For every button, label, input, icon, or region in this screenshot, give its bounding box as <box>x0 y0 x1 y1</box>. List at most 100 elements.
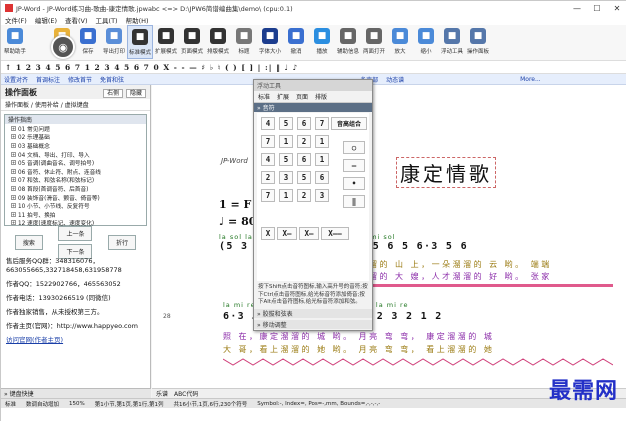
category-item[interactable]: +01 常见问题 <box>5 124 146 133</box>
expand-icon[interactable]: + <box>11 125 16 131</box>
category-item[interactable]: +04 文档、导出、打印、导入 <box>5 150 146 159</box>
note-key[interactable]: 6 <box>297 153 311 166</box>
category-item[interactable]: +10 小节、小节线、反复符号 <box>5 201 146 210</box>
move-adjust-section[interactable]: » 移动调整 <box>254 319 372 329</box>
note-key[interactable]: 3 <box>315 189 329 202</box>
note-key[interactable]: 6 <box>315 171 329 184</box>
note-key[interactable]: 4 <box>261 153 275 166</box>
float-panel-header[interactable]: 浮动工具 <box>254 80 372 91</box>
hide-panel-button[interactable]: 隐藏 <box>125 88 146 98</box>
chord-table-section[interactable]: » 胶拔和弦表 <box>254 308 372 318</box>
rhythm-key-x-dash2[interactable]: X— <box>299 227 319 240</box>
category-item[interactable]: +06 音符、休止符、附点、连音线 <box>5 167 146 176</box>
dynamic-score-link[interactable]: 动态谱 <box>386 75 404 84</box>
ribbon-zoom-in-button[interactable]: ■ 放大 <box>387 25 413 59</box>
ribbon-two-page-button[interactable]: ■ 两面打开 <box>361 25 387 59</box>
ribbon-export-print-button[interactable]: ■ 导出打印 <box>101 25 127 59</box>
rhythm-key-x-dash[interactable]: X— <box>277 227 297 240</box>
breadcrumb[interactable]: 操作面板 / 使用补给 / 虚拟键盘 <box>1 99 150 111</box>
ribbon-font-size-button[interactable]: ■ 字体大小 <box>257 25 283 59</box>
tab-standard[interactable]: 标准 <box>258 92 270 101</box>
ribbon-operation-panel-button[interactable]: ■ 操作面板 <box>465 25 491 59</box>
tab-layout[interactable]: 排版 <box>315 92 327 101</box>
note-key[interactable]: 2 <box>297 189 311 202</box>
note-key[interactable]: 7 <box>315 117 329 130</box>
expand-icon[interactable]: + <box>11 220 16 226</box>
ribbon-play-button[interactable]: ■ 播放 <box>309 25 335 59</box>
note-key[interactable]: 5 <box>279 117 293 130</box>
note-key[interactable]: 3 <box>279 171 293 184</box>
lyric-row-1b[interactable]: 溜的 大 嫂，人才溜溜的 好 哟。 张家 <box>369 271 552 282</box>
note-key[interactable]: 7 <box>261 189 275 202</box>
expand-icon[interactable]: + <box>11 211 16 217</box>
minimize-button[interactable]: — <box>567 1 587 15</box>
tempo-mark[interactable]: ♩ = 80 <box>219 213 256 230</box>
tab-abc-code[interactable]: ABC代码 <box>174 389 198 398</box>
expand-icon[interactable]: + <box>11 160 16 166</box>
expand-icon[interactable]: + <box>11 185 16 191</box>
song-title[interactable]: 康定情歌 <box>396 157 496 188</box>
ribbon-float-tool-button[interactable]: ■ 浮动工具 <box>439 25 465 59</box>
search-button[interactable]: 搜索 <box>14 234 43 250</box>
tab-score[interactable]: 乐谱 <box>156 389 168 398</box>
note-key[interactable]: 1 <box>279 135 293 148</box>
menu-tools[interactable]: 工具(T) <box>96 15 118 25</box>
expand-icon[interactable]: + <box>11 142 16 148</box>
note-key[interactable]: 5 <box>297 171 311 184</box>
ribbon-help-button[interactable]: ■ 帮助助手 <box>3 25 27 59</box>
lyric-row-1a[interactable]: 溜的 山 上，一朵溜溜的 云 哟。 端端 <box>369 259 552 270</box>
maximize-button[interactable]: ☐ <box>587 1 607 15</box>
category-header[interactable]: 操作指南 <box>5 115 146 124</box>
rhythm-key-x-long[interactable]: X—— <box>321 227 349 240</box>
menu-help[interactable]: 帮助(H) <box>126 15 149 25</box>
menu-view[interactable]: 查看(V) <box>65 15 88 25</box>
ribbon-title-button[interactable]: ■ 标题 <box>231 25 257 59</box>
note-key[interactable]: 1 <box>279 189 293 202</box>
category-item[interactable]: +05 音调(调曲音名、调号拍号) <box>5 158 146 167</box>
expand-icon[interactable]: + <box>11 168 16 174</box>
note-key[interactable]: 6 <box>297 117 311 130</box>
expand-icon[interactable]: + <box>11 203 16 209</box>
ribbon-undo-button[interactable]: ■ 撤消 <box>283 25 309 59</box>
note-key[interactable]: 7 <box>261 135 275 148</box>
visit-homepage-link[interactable]: 访问官网(作者主页) <box>6 336 145 345</box>
ribbon-page-mode-button[interactable]: ■ 页面模式 <box>179 25 205 59</box>
note-key[interactable]: 1 <box>315 153 329 166</box>
floating-tool-panel[interactable]: 浮动工具 标准 扩展 页面 排版 » 音符 音高组合 X X— X— X—— 4… <box>253 79 373 331</box>
note-key[interactable]: 2 <box>297 135 311 148</box>
no-chord-link[interactable]: 免首和弦 <box>100 75 124 84</box>
align-link[interactable]: 设置对齐 <box>4 75 28 84</box>
note-key[interactable]: 4 <box>261 117 275 130</box>
note-section-header[interactable]: » 音符 <box>254 103 372 112</box>
note-input-toolbar[interactable]: ↑ 1 2 3 4 5 6 7 1 2 3 4 5 6 7 0 X - - — … <box>1 61 626 74</box>
category-item[interactable]: +03 基础概念 <box>5 141 146 150</box>
close-button[interactable]: ✕ <box>607 1 626 15</box>
category-item[interactable]: +09 装饰音(滑音、颤音、倚音等) <box>5 193 146 202</box>
expand-icon[interactable]: + <box>11 134 16 140</box>
note-key[interactable]: 1 <box>315 135 329 148</box>
category-item[interactable]: +08 首段(首调音符、后首音) <box>5 184 146 193</box>
ribbon-assist-info-button[interactable]: ■ 辅助信息 <box>335 25 361 59</box>
symbol-key[interactable]: ○ <box>343 141 365 154</box>
more-link[interactable]: More... <box>520 76 541 83</box>
rhythm-key-x[interactable]: X <box>261 227 275 240</box>
tab-extended[interactable]: 扩展 <box>277 92 289 101</box>
menu-edit[interactable]: 编辑(E) <box>35 15 57 25</box>
keyboard-shortcut-section[interactable]: » 键盘快捷 <box>1 388 151 398</box>
category-item[interactable]: +07 和弦、和弦名称(和弦标记) <box>5 176 146 184</box>
pitch-combo-button[interactable]: 音高组合 <box>331 117 367 130</box>
tab-page[interactable]: 页面 <box>296 92 308 101</box>
lyric-row-2b[interactable]: 大 哥，看上溜溜的 她 哟。 月亮 弯 弯， 看上溜溜的 她 <box>223 344 494 355</box>
ribbon-save-button[interactable]: ■ 保存 <box>75 25 101 59</box>
symbol-key[interactable]: • <box>343 177 365 190</box>
note-key[interactable]: 5 <box>279 153 293 166</box>
ribbon-zoom-out-button[interactable]: ■ 缩小 <box>413 25 439 59</box>
category-item[interactable]: +02 乐理基础 <box>5 133 146 141</box>
expand-icon[interactable]: + <box>11 177 16 183</box>
dock-right-button[interactable]: 右侧 <box>103 88 124 98</box>
expand-icon[interactable]: + <box>11 194 16 200</box>
key-signature[interactable]: 1 = F <box>219 196 256 213</box>
prev-button[interactable]: 上一条 <box>58 225 93 241</box>
edit-first-bar-link[interactable]: 修改首节 <box>68 75 92 84</box>
symbol-key[interactable]: ‖ <box>343 195 365 208</box>
